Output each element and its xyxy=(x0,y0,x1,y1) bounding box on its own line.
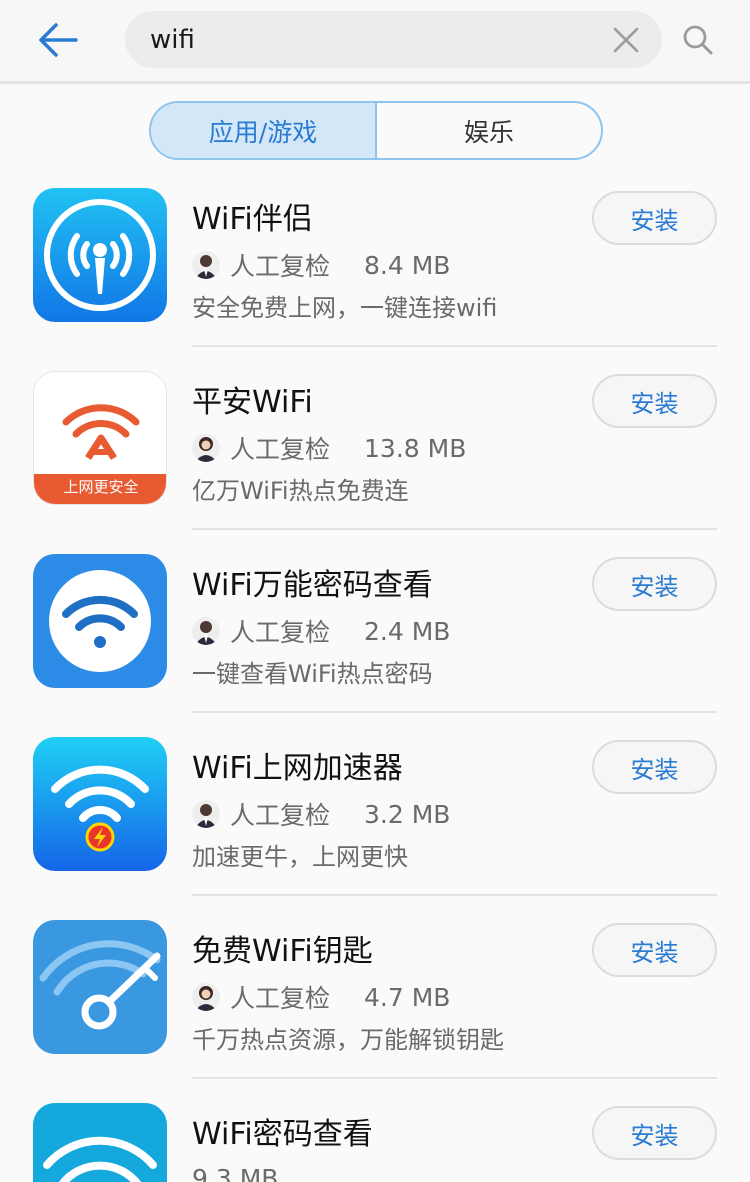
top-bar xyxy=(0,0,750,84)
install-button[interactable]: 安装 xyxy=(592,923,717,977)
app-size: 13.8 MB xyxy=(364,433,467,463)
app-name: WiFi伴侣 xyxy=(192,202,313,237)
avatar xyxy=(192,983,220,1011)
divider xyxy=(192,894,717,896)
app-name: 免费WiFi钥匙 xyxy=(192,934,373,969)
close-icon xyxy=(613,27,639,53)
list-item[interactable]: 免费WiFi钥匙 人工复检 4.7 MB 千万热点资源，万能解锁钥匙 安装 xyxy=(0,912,750,1095)
ping-an-wifi-icon: 上网更安全 xyxy=(33,371,167,505)
divider xyxy=(192,528,717,530)
app-size: 3.2 MB xyxy=(364,799,451,829)
app-meta: 人工复检 4.7 MB xyxy=(192,980,450,1014)
app-meta: 9.3 MB xyxy=(192,1161,278,1182)
avatar xyxy=(192,617,220,645)
search-icon xyxy=(683,25,713,55)
divider xyxy=(192,711,717,713)
divider xyxy=(192,1077,717,1079)
wifi-tower-icon xyxy=(33,188,167,322)
app-name: 平安WiFi xyxy=(192,385,313,420)
back-arrow-icon xyxy=(39,23,78,57)
search-button[interactable] xyxy=(680,22,716,58)
wifi-waves-icon xyxy=(33,1103,167,1182)
app-description: 亿万WiFi热点免费连 xyxy=(192,477,409,505)
reviewer-label: 人工复检 xyxy=(230,984,331,1013)
app-description: 千万热点资源，万能解锁钥匙 xyxy=(192,1026,504,1054)
back-button[interactable] xyxy=(30,14,86,66)
reviewer-label: 人工复检 xyxy=(230,252,331,281)
wifi-circle-icon xyxy=(33,554,167,688)
app-description: 一键查看WiFi热点密码 xyxy=(192,660,433,688)
category-tabs: 应用/游戏 娱乐 xyxy=(149,101,603,160)
tab-entertainment[interactable]: 娱乐 xyxy=(377,103,601,158)
list-item[interactable]: WiFi万能密码查看 人工复检 2.4 MB 一键查看WiFi热点密码 安装 xyxy=(0,546,750,729)
install-button[interactable]: 安装 xyxy=(592,557,717,611)
install-button[interactable]: 安装 xyxy=(592,374,717,428)
list-item[interactable]: WiFi上网加速器 人工复检 3.2 MB 加速更牛，上网更快 安装 xyxy=(0,729,750,912)
reviewer-label: 人工复检 xyxy=(230,618,331,647)
wifi-lightning-icon xyxy=(33,737,167,871)
app-name: WiFi上网加速器 xyxy=(192,751,403,786)
list-item[interactable]: 上网更安全 平安WiFi 人工复检 13.8 MB 亿万WiFi热点免费连 安装 xyxy=(0,363,750,546)
install-button[interactable]: 安装 xyxy=(592,1106,717,1160)
app-meta: 人工复检 3.2 MB xyxy=(192,797,450,831)
list-item[interactable]: WiFi密码查看 9.3 MB 安装 xyxy=(0,1095,750,1182)
app-meta: 人工复检 13.8 MB xyxy=(192,431,466,465)
app-size: 9.3 MB xyxy=(192,1163,279,1182)
clear-search-button[interactable] xyxy=(609,23,643,57)
app-size: 2.4 MB xyxy=(364,616,451,646)
avatar xyxy=(192,434,220,462)
app-size: 8.4 MB xyxy=(364,250,451,280)
tab-apps-games[interactable]: 应用/游戏 xyxy=(151,103,377,158)
app-meta: 人工复检 8.4 MB xyxy=(192,248,450,282)
avatar xyxy=(192,800,220,828)
app-size: 4.7 MB xyxy=(364,982,451,1012)
wifi-key-icon xyxy=(33,920,167,1054)
app-name: WiFi万能密码查看 xyxy=(192,568,433,603)
list-item[interactable]: WiFi伴侣 人工复检 8.4 MB 安全免费上网，一键连接wifi 安装 xyxy=(0,180,750,363)
search-input[interactable] xyxy=(150,17,590,62)
app-description: 安全免费上网，一键连接wifi xyxy=(192,294,498,322)
icon-badge-text: 上网更安全 xyxy=(63,478,139,496)
app-name: WiFi密码查看 xyxy=(192,1117,373,1152)
reviewer-label: 人工复检 xyxy=(230,801,331,830)
divider xyxy=(192,345,717,347)
avatar xyxy=(192,251,220,279)
search-box xyxy=(125,11,662,68)
install-button[interactable]: 安装 xyxy=(592,191,717,245)
app-description: 加速更牛，上网更快 xyxy=(192,843,408,871)
reviewer-label: 人工复检 xyxy=(230,435,331,464)
install-button[interactable]: 安装 xyxy=(592,740,717,794)
app-meta: 人工复检 2.4 MB xyxy=(192,614,450,648)
